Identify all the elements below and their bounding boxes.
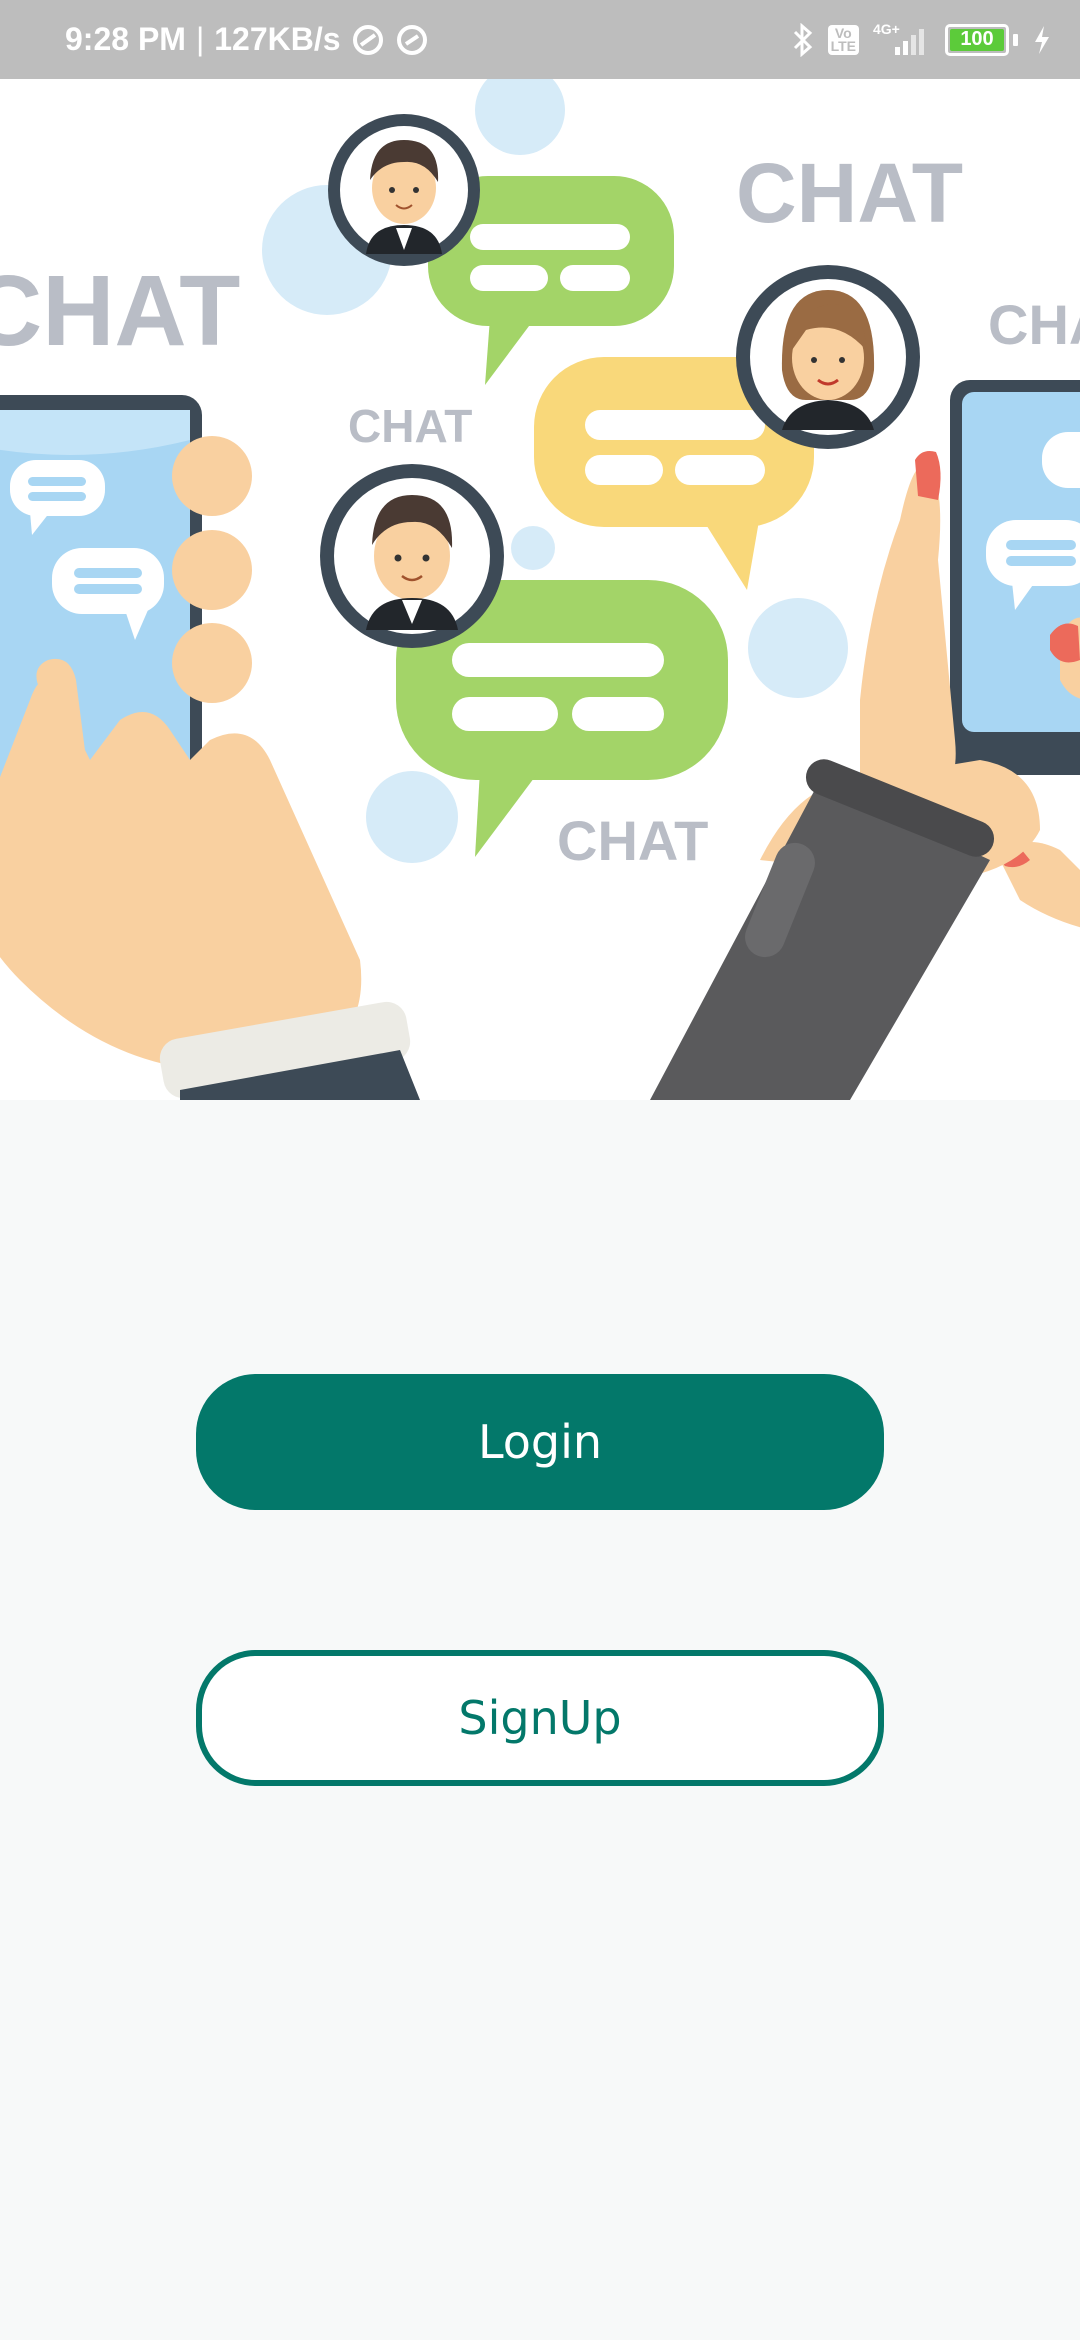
signup-button[interactable]: SignUp	[196, 1650, 884, 1786]
deco-circle	[511, 526, 555, 570]
sync-icon	[396, 24, 427, 55]
status-bar: 9:28 PM | 127KB/s Vo LTE 4G+ 100	[0, 0, 1080, 79]
avatar-woman	[736, 265, 920, 449]
chat-illustration: CHAT CHAT CHAT CHAT CHAT	[0, 79, 1080, 1100]
deco-circle	[475, 79, 565, 155]
signal-group: 4G+	[873, 21, 931, 57]
charging-icon	[1035, 25, 1049, 54]
bluetooth-icon	[793, 22, 812, 57]
chat-word: CHAT	[736, 146, 963, 240]
status-right: Vo LTE 4G+ 100	[792, 0, 1052, 79]
login-button[interactable]: Login	[196, 1374, 884, 1510]
login-button-label: Login	[477, 1415, 603, 1469]
battery-level: 100	[960, 28, 994, 50]
hero-illustration: CHAT CHAT CHAT CHAT CHAT	[0, 79, 1080, 1100]
chat-word: CHAT	[988, 293, 1080, 356]
deco-circle	[366, 771, 458, 863]
chat-word: CHAT	[0, 255, 240, 367]
status-left: 9:28 PM | 127KB/s	[65, 0, 429, 79]
data-saver-icon	[352, 24, 383, 55]
status-network-speed: 127KB/s	[214, 21, 341, 57]
volte-bottom: LTE	[830, 37, 856, 54]
status-separator: |	[195, 21, 205, 57]
chat-word: CHAT	[557, 809, 708, 872]
chat-word: CHAT	[348, 400, 472, 452]
status-time: 9:28 PM	[65, 21, 186, 57]
avatar-man-middle	[320, 464, 504, 648]
deco-circle	[748, 598, 848, 698]
battery-tip	[1013, 33, 1018, 46]
avatar-man-top	[328, 114, 480, 266]
volte-badge: Vo LTE	[827, 24, 859, 55]
signup-button-label: SignUp	[458, 1691, 622, 1745]
right-phone	[950, 380, 1080, 775]
battery-icon: 100	[945, 23, 1009, 56]
signal-icon	[895, 28, 924, 55]
